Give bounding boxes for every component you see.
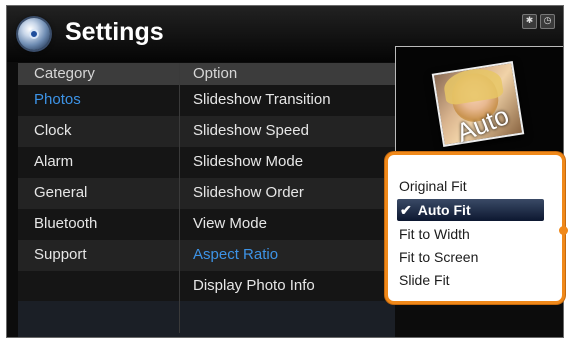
table-row-empty bbox=[18, 301, 395, 337]
category-column-header: Category bbox=[34, 65, 95, 82]
table-row: Bluetooth View Mode bbox=[18, 209, 395, 240]
column-divider bbox=[179, 63, 180, 333]
option-aspect-ratio[interactable]: Aspect Ratio bbox=[193, 246, 278, 264]
category-clock[interactable]: Clock bbox=[34, 122, 72, 140]
aspect-ratio-popup: Original Fit ✔ Auto Fit Fit to Width Fit … bbox=[385, 152, 565, 304]
popup-option-original-fit[interactable]: Original Fit bbox=[399, 177, 467, 195]
settings-list: Photos Slideshow Transition Clock Slides… bbox=[18, 85, 395, 337]
table-row: Display Photo Info bbox=[18, 271, 395, 301]
popup-option-label: Auto Fit bbox=[417, 202, 471, 218]
option-column-header: Option bbox=[193, 65, 238, 82]
page-title: Settings bbox=[65, 18, 164, 46]
option-slideshow-order[interactable]: Slideshow Order bbox=[193, 184, 304, 202]
table-row: Support Aspect Ratio bbox=[18, 240, 395, 271]
category-bluetooth[interactable]: Bluetooth bbox=[34, 215, 97, 233]
option-display-photo-info[interactable]: Display Photo Info bbox=[193, 277, 315, 295]
table-row: General Slideshow Order bbox=[18, 178, 395, 209]
callout-pointer-dot bbox=[559, 226, 568, 235]
popup-option-fit-to-screen[interactable]: Fit to Screen bbox=[399, 248, 478, 266]
table-row: Alarm Slideshow Mode bbox=[18, 147, 395, 178]
category-alarm[interactable]: Alarm bbox=[34, 153, 73, 171]
category-general[interactable]: General bbox=[34, 184, 87, 202]
clock-icon: ◷ bbox=[540, 14, 555, 29]
category-support[interactable]: Support bbox=[34, 246, 87, 264]
photo-preview: Auto bbox=[395, 46, 563, 161]
checkmark-icon: ✔ bbox=[400, 202, 412, 218]
settings-app-icon bbox=[18, 18, 50, 50]
category-photos[interactable]: Photos bbox=[34, 91, 81, 109]
status-icons: ✱ ◷ bbox=[522, 14, 555, 29]
popup-option-auto-fit[interactable]: ✔ Auto Fit bbox=[397, 199, 544, 221]
option-slideshow-mode[interactable]: Slideshow Mode bbox=[193, 153, 303, 171]
table-row: Photos Slideshow Transition bbox=[18, 85, 395, 116]
popup-option-slide-fit[interactable]: Slide Fit bbox=[399, 271, 450, 289]
option-slideshow-transition[interactable]: Slideshow Transition bbox=[193, 91, 331, 109]
option-slideshow-speed[interactable]: Slideshow Speed bbox=[193, 122, 309, 140]
popup-option-fit-to-width[interactable]: Fit to Width bbox=[399, 225, 470, 243]
bluetooth-icon: ✱ bbox=[522, 14, 537, 29]
table-row: Clock Slideshow Speed bbox=[18, 116, 395, 147]
column-header-row: Category Option bbox=[18, 63, 395, 85]
option-view-mode[interactable]: View Mode bbox=[193, 215, 267, 233]
